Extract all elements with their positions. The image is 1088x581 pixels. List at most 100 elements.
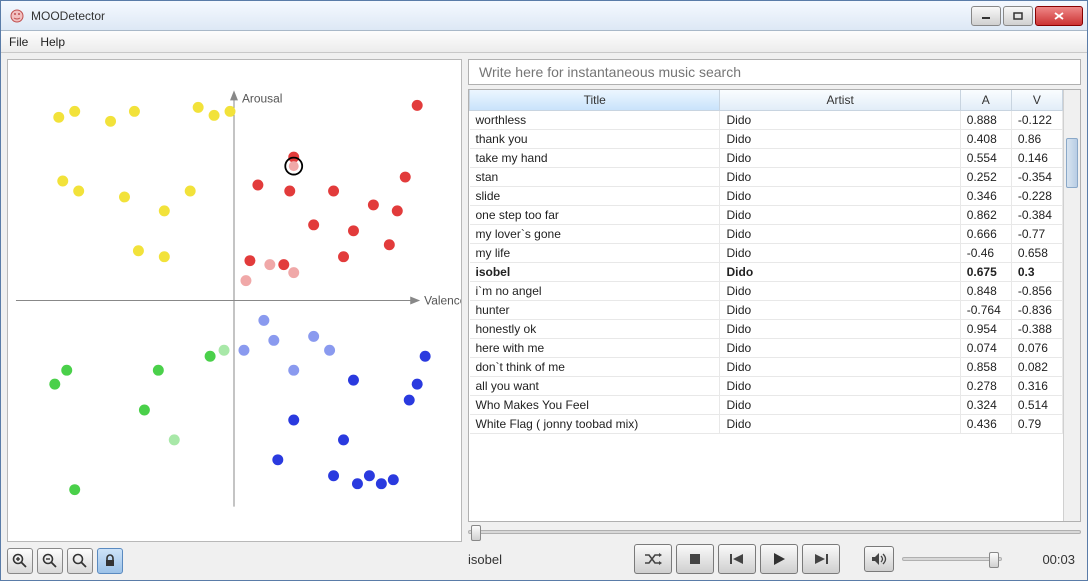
scatter-point[interactable] <box>159 205 170 216</box>
scatter-point[interactable] <box>288 365 299 376</box>
scatter-point[interactable] <box>193 102 204 113</box>
volume-thumb[interactable] <box>989 552 999 568</box>
scatter-point[interactable] <box>392 205 403 216</box>
mood-scatter-plot[interactable]: Arousal Valence <box>7 59 462 542</box>
seek-thumb[interactable] <box>471 525 481 541</box>
scatter-point[interactable] <box>288 267 299 278</box>
scatter-point[interactable] <box>153 365 164 376</box>
scatter-point[interactable] <box>129 106 140 117</box>
close-button[interactable] <box>1035 6 1083 26</box>
scatter-point[interactable] <box>308 219 319 230</box>
scatter-point[interactable] <box>278 259 289 270</box>
scatter-point[interactable] <box>61 365 72 376</box>
column-header-artist[interactable]: Artist <box>720 90 960 111</box>
scatter-point[interactable] <box>209 110 220 121</box>
stop-button[interactable] <box>676 544 714 574</box>
column-header-v[interactable]: V <box>1011 90 1062 111</box>
table-row[interactable]: one step too farDido0.862-0.384 <box>470 206 1063 225</box>
table-row[interactable]: isobelDido0.6750.3 <box>470 263 1063 282</box>
table-row[interactable]: all you wantDido0.2780.316 <box>470 377 1063 396</box>
scatter-point[interactable] <box>328 186 339 197</box>
scatter-point[interactable] <box>376 478 387 489</box>
table-row[interactable]: hunterDido-0.764-0.836 <box>470 301 1063 320</box>
scatter-point[interactable] <box>338 434 349 445</box>
scatter-point[interactable] <box>264 259 275 270</box>
table-row[interactable]: worthlessDido0.888-0.122 <box>470 111 1063 130</box>
scatter-point[interactable] <box>348 225 359 236</box>
volume-slider[interactable] <box>902 557 1002 561</box>
selected-point[interactable] <box>289 161 299 171</box>
titlebar[interactable]: MOODetector <box>1 1 1087 31</box>
scatter-point[interactable] <box>368 199 379 210</box>
previous-button[interactable] <box>718 544 756 574</box>
scatter-point[interactable] <box>238 345 249 356</box>
volume-button[interactable] <box>864 546 894 572</box>
column-header-title[interactable]: Title <box>470 90 720 111</box>
column-header-a[interactable]: A <box>960 90 1011 111</box>
scatter-point[interactable] <box>388 474 399 485</box>
table-row[interactable]: slideDido0.346-0.228 <box>470 187 1063 206</box>
scatter-point[interactable] <box>348 375 359 386</box>
scatter-point[interactable] <box>412 379 423 390</box>
scatter-point[interactable] <box>240 275 251 286</box>
scatter-point[interactable] <box>133 245 144 256</box>
scatter-point[interactable] <box>53 112 64 123</box>
play-button[interactable] <box>760 544 798 574</box>
table-row[interactable]: don`t think of meDido0.8580.082 <box>470 358 1063 377</box>
table-row[interactable]: thank youDido0.4080.86 <box>470 130 1063 149</box>
zoom-in-button[interactable] <box>7 548 33 574</box>
menu-help[interactable]: Help <box>40 35 65 49</box>
scatter-point[interactable] <box>384 239 395 250</box>
menu-file[interactable]: File <box>9 35 28 49</box>
scatter-point[interactable] <box>420 351 431 362</box>
scatter-point[interactable] <box>308 331 319 342</box>
scatter-point[interactable] <box>412 100 423 111</box>
scatter-point[interactable] <box>288 414 299 425</box>
table-row[interactable]: take my handDido0.5540.146 <box>470 149 1063 168</box>
minimize-button[interactable] <box>971 6 1001 26</box>
scatter-point[interactable] <box>284 186 295 197</box>
table-scrollbar[interactable] <box>1063 90 1080 521</box>
scatter-point[interactable] <box>404 395 415 406</box>
scatter-point[interactable] <box>49 379 60 390</box>
table-row[interactable]: Who Makes You FeelDido0.3240.514 <box>470 396 1063 415</box>
table-row[interactable]: my lifeDido-0.460.658 <box>470 244 1063 263</box>
scatter-point[interactable] <box>352 478 363 489</box>
scatter-point[interactable] <box>185 186 196 197</box>
search-input[interactable] <box>477 63 1072 81</box>
scatter-point[interactable] <box>139 405 150 416</box>
scatter-point[interactable] <box>252 180 263 191</box>
scatter-point[interactable] <box>69 484 80 495</box>
scatter-point[interactable] <box>338 251 349 262</box>
scatter-point[interactable] <box>105 116 116 127</box>
scatter-point[interactable] <box>268 335 279 346</box>
search-box[interactable] <box>468 59 1081 85</box>
scatter-point[interactable] <box>205 351 216 362</box>
zoom-out-button[interactable] <box>37 548 63 574</box>
table-row[interactable]: here with meDido0.0740.076 <box>470 339 1063 358</box>
table-row[interactable]: my lover`s goneDido0.666-0.77 <box>470 225 1063 244</box>
scatter-point[interactable] <box>244 255 255 266</box>
scatter-point[interactable] <box>328 470 339 481</box>
scrollbar-thumb[interactable] <box>1066 138 1078 188</box>
scatter-point[interactable] <box>57 176 68 187</box>
table-row[interactable]: White Flag ( jonny toobad mix)Dido0.4360… <box>470 415 1063 434</box>
scatter-point[interactable] <box>400 172 411 183</box>
scatter-point[interactable] <box>225 106 236 117</box>
scatter-point[interactable] <box>159 251 170 262</box>
seek-bar[interactable] <box>468 530 1081 534</box>
scatter-point[interactable] <box>272 454 283 465</box>
scatter-point[interactable] <box>258 315 269 326</box>
maximize-button[interactable] <box>1003 6 1033 26</box>
zoom-reset-button[interactable] <box>67 548 93 574</box>
shuffle-button[interactable] <box>634 544 672 574</box>
scatter-point[interactable] <box>364 470 375 481</box>
scatter-point[interactable] <box>219 345 230 356</box>
scatter-point[interactable] <box>73 186 84 197</box>
scatter-point[interactable] <box>324 345 335 356</box>
table-row[interactable]: honestly okDido0.954-0.388 <box>470 320 1063 339</box>
table-row[interactable]: stanDido0.252-0.354 <box>470 168 1063 187</box>
lock-button[interactable] <box>97 548 123 574</box>
scatter-point[interactable] <box>69 106 80 117</box>
table-row[interactable]: i`m no angelDido0.848-0.856 <box>470 282 1063 301</box>
